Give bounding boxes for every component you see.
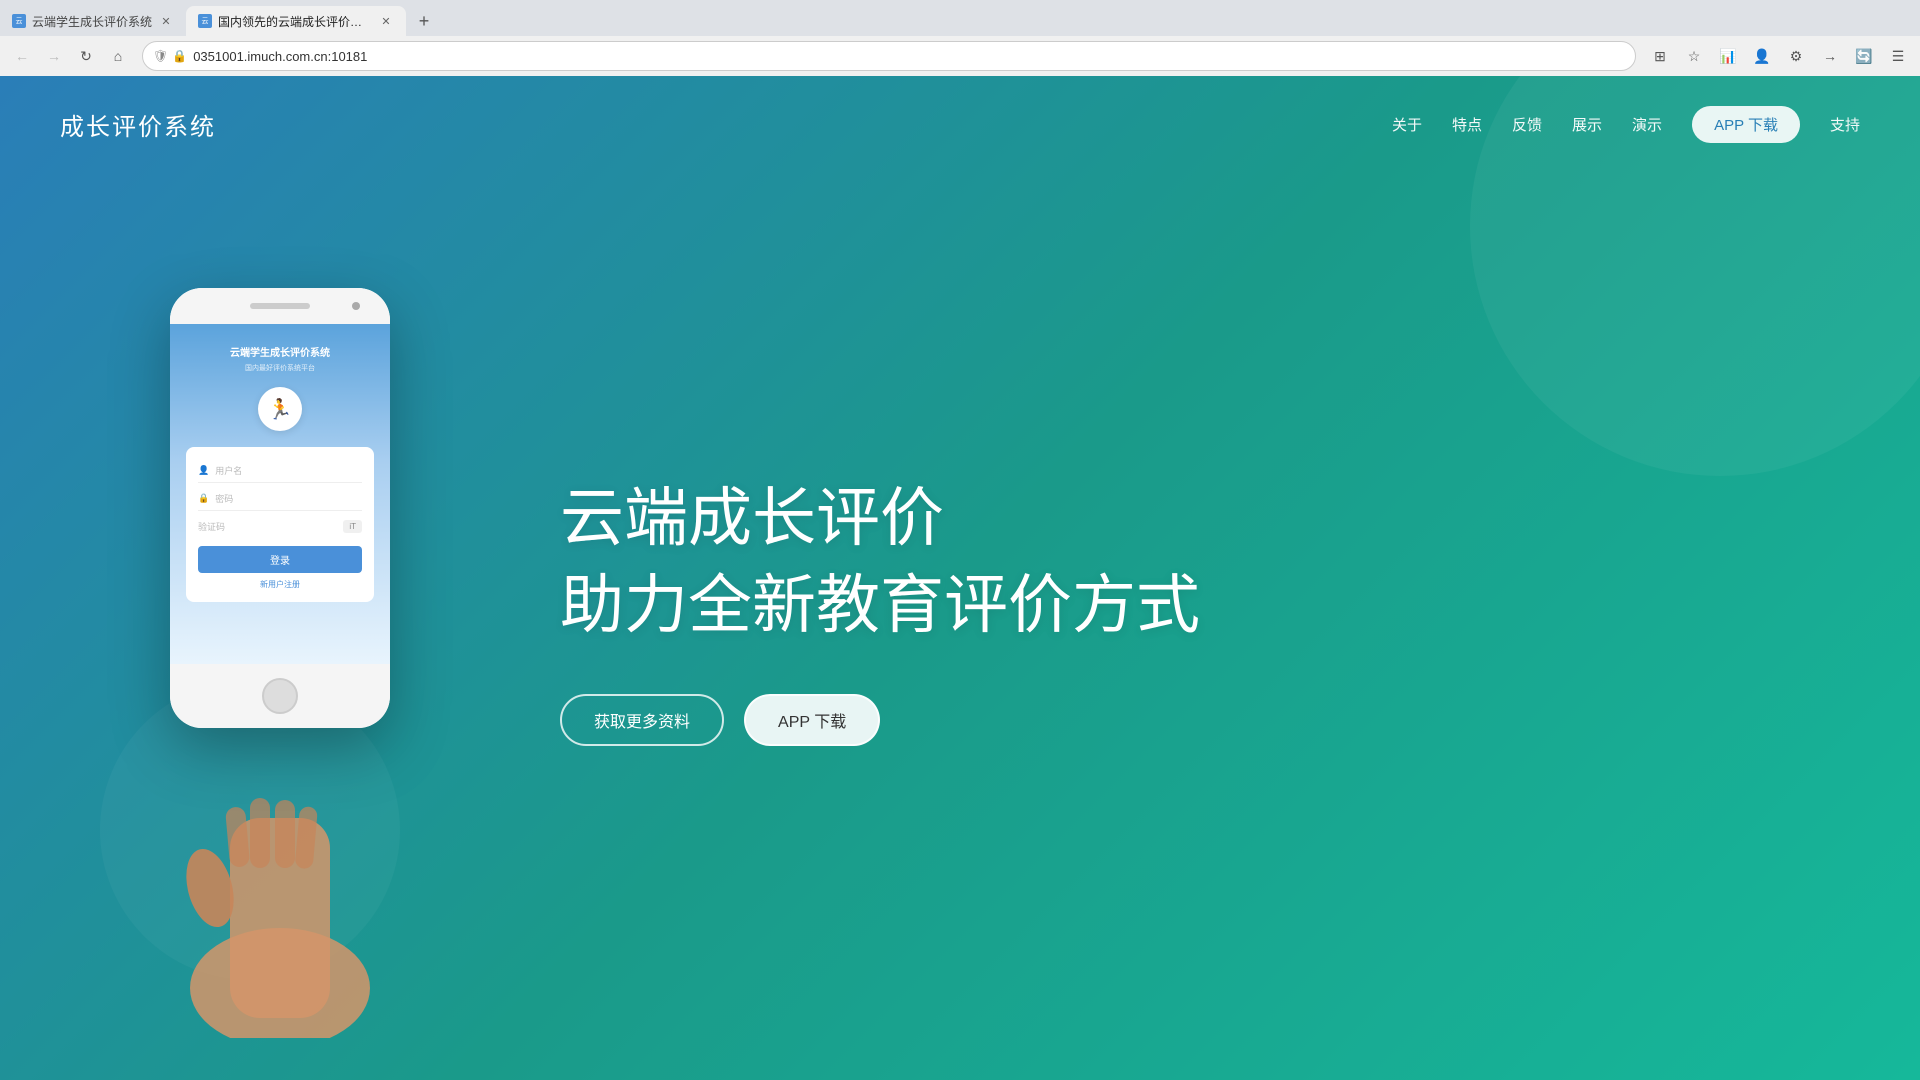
phone-login-btn[interactable]: 登录 [198, 546, 362, 573]
stats-button[interactable]: 📊 [1714, 42, 1742, 70]
phone-captcha-placeholder: 验证码 [198, 520, 225, 533]
site-navigation: 成长评价系统 关于 特点 反馈 展示 演示 APP 下载 支持 [0, 76, 1920, 143]
phone-container: 云端学生成长评价系统 国内最好评价系统平台 🏃 👤 用户名 🔒 密码 [100, 288, 460, 938]
tab-2-favicon: 云 [198, 14, 212, 28]
hero-section: 云端学生成长评价系统 国内最好评价系统平台 🏃 👤 用户名 🔒 密码 [0, 143, 1920, 983]
tab-1-close[interactable]: ✕ [158, 13, 174, 29]
phone-top [170, 288, 390, 324]
phone-form: 👤 用户名 🔒 密码 验证码 iT 登录 新用户注册 [186, 447, 374, 602]
toolbar-right: ⊞ ☆ 📊 👤 ⚙ → 🔄 ☰ [1646, 42, 1912, 70]
nav-about[interactable]: 关于 [1392, 114, 1422, 135]
browser-toolbar: ← → ↻ ⌂ 🛡 🔒 ⊞ ☆ 📊 👤 ⚙ → 🔄 ☰ [0, 36, 1920, 76]
nav-showcase[interactable]: 展示 [1572, 114, 1602, 135]
phone-speaker [250, 303, 310, 309]
app-download-button[interactable]: APP 下载 [744, 694, 880, 746]
hero-text: 云端成长评价 助力全新教育评价方式 获取更多资料 APP 下载 [560, 480, 1820, 746]
phone-bottom [170, 664, 390, 728]
phone-app-subtitle: 国内最好评价系统平台 [245, 363, 315, 373]
nav-demo[interactable]: 演示 [1632, 114, 1662, 135]
nav-feedback[interactable]: 反馈 [1512, 114, 1542, 135]
lock-icon: 🔒 [198, 493, 209, 504]
user-icon: 👤 [198, 465, 209, 476]
phone-camera [352, 302, 360, 310]
tab-1-title: 云端学生成长评价系统 [32, 13, 152, 30]
history-forward-button[interactable]: → [1816, 42, 1844, 70]
phone-username-label: 用户名 [215, 464, 242, 477]
hero-buttons: 获取更多资料 APP 下载 [560, 694, 1820, 746]
new-tab-button[interactable]: + [410, 7, 438, 35]
back-button[interactable]: ← [8, 42, 36, 70]
nav-features[interactable]: 特点 [1452, 114, 1482, 135]
address-bar-wrapper: 🛡 🔒 [142, 41, 1636, 71]
hero-title-sub: 助力全新教育评价方式 [560, 567, 1820, 644]
phone-register-link[interactable]: 新用户注册 [198, 579, 362, 590]
tab-bar: 云 云端学生成长评价系统 ✕ 云 国内领先的云端成长评价系统 ✕ + [0, 0, 1920, 36]
nav-app-download[interactable]: APP 下载 [1692, 106, 1800, 143]
browser-chrome: 云 云端学生成长评价系统 ✕ 云 国内领先的云端成长评价系统 ✕ + ← → ↻… [0, 0, 1920, 76]
phone-password-label: 密码 [215, 492, 233, 505]
address-input[interactable] [193, 49, 1625, 64]
nav-links: 关于 特点 反馈 展示 演示 APP 下载 支持 [1392, 106, 1860, 143]
phone-captcha-value: iT [343, 520, 362, 533]
phone-mockup: 云端学生成长评价系统 国内最好评价系统平台 🏃 👤 用户名 🔒 密码 [170, 288, 390, 728]
nav-support[interactable]: 支持 [1830, 114, 1860, 135]
forward-button[interactable]: → [40, 42, 68, 70]
phone-captcha-row: 验证码 iT [198, 515, 362, 538]
website-content: 成长评价系统 关于 特点 反馈 展示 演示 APP 下载 支持 云端学生成长评价… [0, 76, 1920, 1080]
phone-screen: 云端学生成长评价系统 国内最好评价系统平台 🏃 👤 用户名 🔒 密码 [170, 324, 390, 664]
phone-home-button [262, 678, 298, 714]
tab-1-favicon: 云 [12, 14, 26, 28]
hero-title-main: 云端成长评价 [560, 480, 1820, 557]
phone-username-row: 👤 用户名 [198, 459, 362, 483]
reload-button[interactable]: ↻ [72, 42, 100, 70]
sync-button[interactable]: 🔄 [1850, 42, 1878, 70]
settings-button[interactable]: ⚙ [1782, 42, 1810, 70]
menu-button[interactable]: ☰ [1884, 42, 1912, 70]
lock-icon: 🔒 [172, 49, 187, 63]
extensions-button[interactable]: ⊞ [1646, 42, 1674, 70]
phone-logo-icon: 🏃 [268, 397, 293, 422]
home-button[interactable]: ⌂ [104, 42, 132, 70]
shield-icon: 🛡 [153, 49, 168, 63]
bookmark-button[interactable]: ☆ [1680, 42, 1708, 70]
tab-2[interactable]: 云 国内领先的云端成长评价系统 ✕ [186, 6, 406, 36]
site-logo: 成长评价系统 [60, 107, 216, 142]
profile-button[interactable]: 👤 [1748, 42, 1776, 70]
tab-1[interactable]: 云 云端学生成长评价系统 ✕ [0, 6, 186, 36]
phone-logo-circle: 🏃 [258, 387, 302, 431]
phone-app-title: 云端学生成长评价系统 [230, 344, 330, 359]
get-info-button[interactable]: 获取更多资料 [560, 694, 724, 746]
tab-2-title: 国内领先的云端成长评价系统 [218, 13, 372, 30]
address-security-icons: 🛡 🔒 [153, 49, 187, 63]
tab-2-close[interactable]: ✕ [378, 13, 394, 29]
phone-password-row: 🔒 密码 [198, 487, 362, 511]
